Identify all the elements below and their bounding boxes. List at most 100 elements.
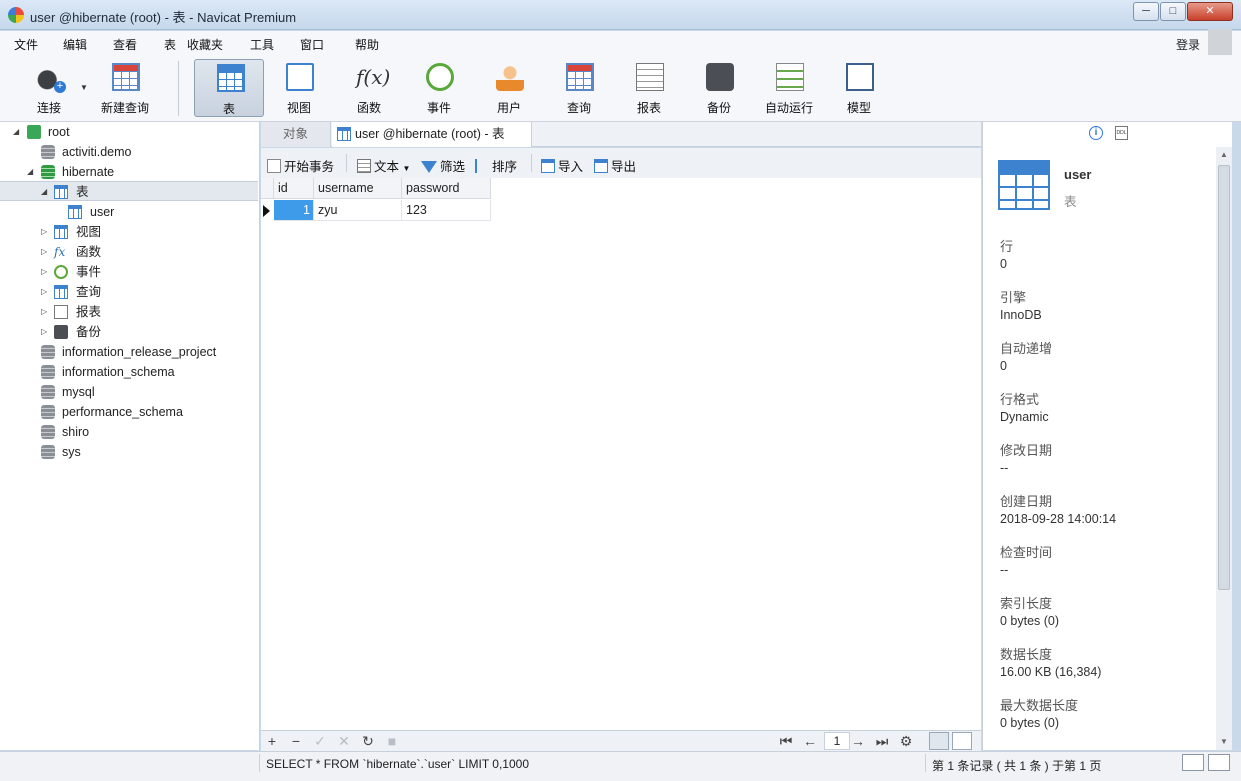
cell-id[interactable]: 1	[274, 200, 314, 221]
column-header-id[interactable]: id	[274, 178, 314, 199]
status-bar: SELECT * FROM `hibernate`.`user` LIMIT 0…	[0, 751, 1241, 781]
text-button[interactable]: 文本 ▼	[357, 156, 410, 175]
model-button[interactable]: 模型	[824, 59, 894, 117]
add-record-button[interactable]: +	[263, 732, 281, 750]
tree-tables[interactable]: ◢ 表	[0, 181, 258, 201]
close-button[interactable]: ✕	[1187, 2, 1233, 21]
expand-arrow-icon[interactable]: ▷	[41, 242, 47, 262]
maximize-button[interactable]: □	[1160, 2, 1186, 21]
database-icon	[41, 425, 55, 439]
info-panel-scrollbar[interactable]: ▲ ▼	[1216, 147, 1232, 750]
next-page-button[interactable]: →	[849, 732, 867, 750]
tree-root[interactable]: ◢ root	[0, 122, 258, 142]
discard-changes-button[interactable]: ✕	[335, 732, 353, 750]
function-icon: fx	[54, 245, 66, 259]
expand-arrow-icon[interactable]: ▷	[41, 322, 47, 342]
tab-objects[interactable]: 对象	[261, 122, 331, 147]
menu-tools[interactable]: 工具	[250, 36, 274, 53]
info-icon[interactable]: i	[1089, 126, 1103, 140]
column-header-password[interactable]: password	[402, 178, 491, 199]
refresh-button[interactable]: ↻	[359, 732, 377, 750]
tree-db-hibernate[interactable]: ◢ hibernate	[0, 162, 258, 182]
tree-events[interactable]: ▷ 事件	[0, 262, 258, 282]
stop-button[interactable]: ■	[383, 732, 401, 750]
layout-toggle-left[interactable]	[1182, 754, 1204, 771]
tree-db-sys[interactable]: sys	[0, 442, 258, 462]
backup-label: 备份	[706, 101, 731, 115]
ddl-icon[interactable]: DDL	[1115, 126, 1128, 140]
db-label: hibernate	[62, 165, 115, 179]
chevron-down-icon[interactable]: ▼	[403, 164, 411, 173]
layout-toggle-right[interactable]	[1208, 754, 1230, 771]
avatar[interactable]	[1208, 29, 1232, 55]
menu-file[interactable]: 文件	[14, 36, 38, 53]
tree-functions[interactable]: ▷ fx 函数	[0, 242, 258, 262]
menu-edit[interactable]: 编辑	[63, 36, 87, 53]
connect-label: 连接	[36, 101, 61, 115]
table-button[interactable]: 表	[194, 59, 264, 117]
tree-table-user[interactable]: user	[0, 202, 258, 222]
tree-db-shiro[interactable]: shiro	[0, 422, 258, 442]
cell-username[interactable]: zyu	[314, 200, 402, 221]
grid-view-toggle[interactable]	[929, 732, 949, 750]
menu-table[interactable]: 表	[164, 36, 176, 53]
backup-button[interactable]: 备份	[684, 59, 754, 117]
first-page-button[interactable]: ⏮	[777, 732, 795, 750]
query-button[interactable]: 查询	[544, 59, 614, 117]
begin-transaction-button[interactable]: 开始事务	[267, 156, 334, 175]
user-label: 用户	[496, 101, 521, 115]
last-page-button[interactable]: ⏭	[873, 732, 891, 750]
tree-backups[interactable]: ▷ 备份	[0, 322, 258, 342]
prop-value-row-format: Dynamic	[1000, 410, 1049, 424]
status-record-count: 第 1 条记录 ( 共 1 条 ) 于第 1 页	[932, 759, 1102, 773]
tree-db-information-release-project[interactable]: information_release_project	[0, 342, 258, 362]
export-button[interactable]: 导出	[594, 156, 636, 175]
cell-password[interactable]: 123	[402, 200, 491, 221]
form-view-toggle[interactable]	[952, 732, 972, 750]
user-button[interactable]: 用户	[474, 59, 544, 117]
apply-changes-button[interactable]: ✓	[311, 732, 329, 750]
new-query-button[interactable]: 新建查询	[90, 59, 160, 117]
expand-arrow-icon[interactable]: ▷	[41, 302, 47, 322]
collapse-arrow-icon[interactable]: ◢	[41, 182, 47, 202]
connect-dropdown-icon[interactable]: ▼	[80, 83, 88, 92]
menu-help[interactable]: 帮助	[355, 36, 379, 53]
event-button[interactable]: 事件	[404, 59, 474, 117]
tree-db-mysql[interactable]: mysql	[0, 382, 258, 402]
collapse-arrow-icon[interactable]: ◢	[27, 162, 33, 182]
tree-queries[interactable]: ▷ 查询	[0, 282, 258, 302]
settings-gear-icon[interactable]: ⚙	[897, 732, 915, 750]
view-button[interactable]: 视图	[264, 59, 334, 117]
function-button[interactable]: f(x) 函数	[334, 59, 404, 117]
scroll-up-icon[interactable]: ▲	[1220, 150, 1228, 159]
menu-favorites[interactable]: 收藏夹	[187, 36, 223, 53]
import-button[interactable]: 导入	[541, 156, 583, 175]
schedule-button[interactable]: 自动运行	[754, 59, 824, 117]
tab-user-table[interactable]: user @hibernate (root) - 表	[332, 122, 532, 147]
login-link[interactable]: 登录	[1176, 36, 1200, 53]
report-button[interactable]: 报表	[614, 59, 684, 117]
menu-window[interactable]: 窗口	[300, 36, 324, 53]
tree-db-performance-schema[interactable]: performance_schema	[0, 402, 258, 422]
tree-db-activiti-demo[interactable]: activiti.demo	[0, 142, 258, 162]
column-header-username[interactable]: username	[314, 178, 402, 199]
connect-button[interactable]: 连接	[14, 59, 84, 117]
prop-value-created: 2018-09-28 14:00:14	[1000, 512, 1117, 526]
expand-arrow-icon[interactable]: ▷	[41, 222, 47, 242]
prev-page-button[interactable]: ←	[801, 732, 819, 750]
page-number-input[interactable]: 1	[824, 732, 850, 750]
sort-button[interactable]: 排序	[475, 156, 517, 175]
minimize-button[interactable]: ─	[1133, 2, 1159, 21]
menu-view[interactable]: 查看	[113, 36, 137, 53]
expand-arrow-icon[interactable]: ▷	[41, 282, 47, 302]
filter-button[interactable]: 筛选	[421, 156, 465, 175]
scroll-thumb[interactable]	[1218, 165, 1230, 590]
scroll-down-icon[interactable]: ▼	[1220, 737, 1228, 746]
collapse-arrow-icon[interactable]: ◢	[13, 122, 19, 142]
tree-reports[interactable]: ▷ 报表	[0, 302, 258, 322]
expand-arrow-icon[interactable]: ▷	[41, 262, 47, 282]
tree-views[interactable]: ▷ 视图	[0, 222, 258, 242]
tree-db-information-schema[interactable]: information_schema	[0, 362, 258, 382]
database-icon	[41, 345, 55, 359]
delete-record-button[interactable]: −	[287, 732, 305, 750]
